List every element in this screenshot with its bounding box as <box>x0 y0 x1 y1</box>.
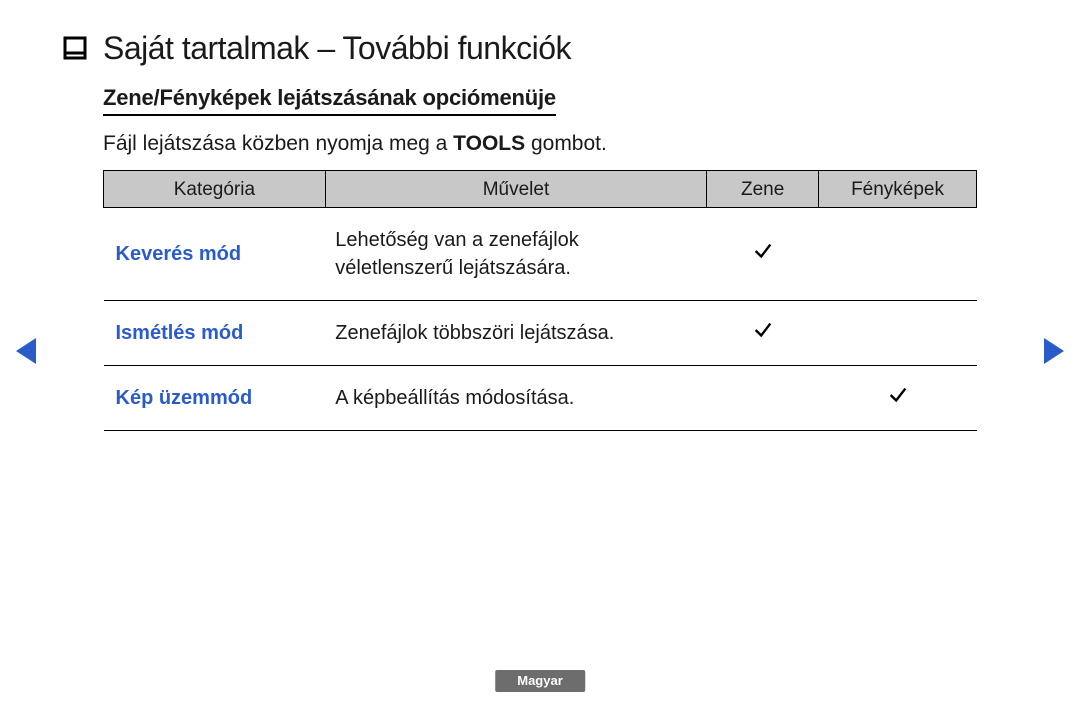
row-photos-check <box>819 301 977 366</box>
row-music-check <box>707 366 819 431</box>
intro-after: gombot. <box>525 132 607 155</box>
row-operation: A képbeállítás módosítása. <box>325 366 706 431</box>
header-category: Kategória <box>104 171 326 208</box>
table-row: Keverés mód Lehetőség van a zenefájlok v… <box>104 208 977 301</box>
page-title: Saját tartalmak – További funkciók <box>103 30 571 67</box>
row-music-check <box>707 301 819 366</box>
intro-bold: TOOLS <box>453 132 525 155</box>
row-category: Kép üzemmód <box>104 366 326 431</box>
arrow-left-icon[interactable] <box>16 338 36 364</box>
header-music: Zene <box>707 171 819 208</box>
intro-text: Fájl lejátszása közben nyomja meg a TOOL… <box>103 132 607 156</box>
row-photos-check <box>819 208 977 301</box>
row-category: Ismétlés mód <box>104 301 326 366</box>
row-operation: Zenefájlok többszöri lejátszása. <box>325 301 706 366</box>
table-row: Ismétlés mód Zenefájlok többszöri lejáts… <box>104 301 977 366</box>
arrow-right-icon[interactable] <box>1044 338 1064 364</box>
language-badge: Magyar <box>495 670 585 692</box>
options-table: Kategória Művelet Zene Fényképek Keverés… <box>103 170 977 431</box>
table-row: Kép üzemmód A képbeállítás módosítása. <box>104 366 977 431</box>
row-operation: Lehetőség van a zenefájlok véletlenszerű… <box>325 208 706 301</box>
intro-before: Fájl lejátszása közben nyomja meg a <box>103 132 453 155</box>
section-subheading: Zene/Fényképek lejátszásának opciómenüje <box>103 85 556 116</box>
row-music-check <box>707 208 819 301</box>
header-operation: Művelet <box>325 171 706 208</box>
square-outline-icon <box>63 36 87 60</box>
header-photos: Fényképek <box>819 171 977 208</box>
row-category: Keverés mód <box>104 208 326 301</box>
row-photos-check <box>819 366 977 431</box>
